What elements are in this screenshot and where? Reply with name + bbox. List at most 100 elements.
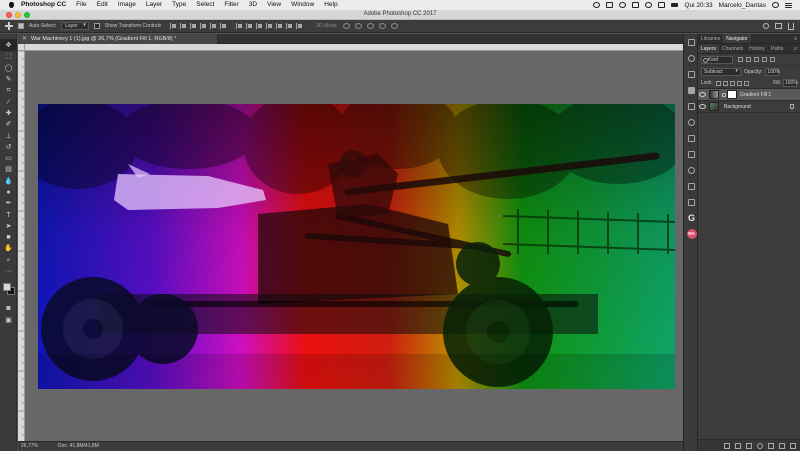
- tab-layers[interactable]: Layers: [698, 44, 720, 53]
- doc-size[interactable]: Doc: 41,8M/41,8M: [58, 442, 99, 451]
- volume-icon[interactable]: [658, 2, 666, 8]
- info-panel-button[interactable]: [684, 162, 699, 178]
- menu-type[interactable]: Type: [167, 0, 191, 10]
- hand-tool[interactable]: ✋: [0, 243, 17, 254]
- lock-transparent-icon[interactable]: [715, 80, 721, 86]
- screen-mode-tool[interactable]: ▣: [0, 315, 17, 326]
- share-icon[interactable]: [788, 22, 794, 30]
- lasso-tool[interactable]: ◯: [0, 63, 17, 74]
- distribute-left-icon[interactable]: [266, 23, 273, 29]
- quick-select-tool[interactable]: ✎: [0, 74, 17, 85]
- properties-panel-button[interactable]: [684, 66, 699, 82]
- dodge-tool[interactable]: ●: [0, 187, 17, 198]
- adjustments-panel-button[interactable]: [684, 82, 699, 98]
- marquee-tool[interactable]: ⬚: [0, 51, 17, 62]
- gradient-tool[interactable]: ▤: [0, 164, 17, 175]
- zoom-level[interactable]: 26,77%: [21, 442, 38, 451]
- ruler-corner[interactable]: [18, 44, 25, 51]
- tab-libraries[interactable]: Libraries: [698, 34, 723, 43]
- character-panel-button[interactable]: [684, 98, 699, 114]
- menu-help[interactable]: Help: [319, 0, 342, 10]
- menu-select[interactable]: Select: [191, 0, 219, 10]
- document-tab[interactable]: ✕ War Machinery 1 (1).jpg @ 26,7% (Gradi…: [18, 34, 218, 44]
- timemachine-icon[interactable]: [619, 2, 627, 8]
- chain-link-icon[interactable]: [722, 92, 726, 97]
- healing-tool[interactable]: ✚: [0, 108, 17, 119]
- menu-image[interactable]: Image: [113, 0, 141, 10]
- crop-tool[interactable]: ⌗: [0, 85, 17, 96]
- lock-artboard-icon[interactable]: [736, 80, 742, 86]
- close-tab-icon[interactable]: ✕: [22, 34, 27, 44]
- align-left-icon[interactable]: [200, 23, 207, 29]
- clone-source-panel-button[interactable]: [684, 130, 699, 146]
- history-panel-button[interactable]: [684, 50, 699, 66]
- menu-layer[interactable]: Layer: [141, 0, 167, 10]
- tab-channels[interactable]: Channels: [719, 44, 746, 53]
- menubar-user[interactable]: Marcelo_Dantas: [719, 2, 766, 9]
- paragraph-panel-button[interactable]: [684, 194, 699, 210]
- distribute-center-icon[interactable]: [276, 23, 283, 29]
- smart-object-filter-icon[interactable]: [770, 57, 775, 62]
- search-icon[interactable]: [763, 23, 769, 29]
- shape-tool[interactable]: ■: [0, 232, 17, 243]
- layer-name[interactable]: Background: [721, 104, 751, 110]
- pixel-filter-icon[interactable]: [738, 57, 743, 62]
- notification-center-icon[interactable]: [785, 2, 792, 8]
- zoom-tool[interactable]: ⌕: [0, 255, 17, 266]
- align-middle-icon[interactable]: [180, 23, 187, 29]
- blur-tool[interactable]: 💧: [0, 176, 17, 187]
- layer-name[interactable]: Gradient Fill 1: [737, 92, 771, 98]
- ra-plugin-button[interactable]: RA: [684, 226, 699, 242]
- new-group-icon[interactable]: [768, 442, 774, 449]
- gradient-thumbnail[interactable]: [709, 90, 719, 99]
- apple-icon[interactable]: [6, 0, 16, 10]
- layer-mask-thumbnail[interactable]: [727, 90, 737, 99]
- auto-align-icon[interactable]: [296, 23, 303, 29]
- lock-image-icon[interactable]: [722, 80, 728, 86]
- align-top-icon[interactable]: [170, 23, 177, 29]
- menu-file[interactable]: File: [71, 0, 91, 10]
- eraser-tool[interactable]: ▭: [0, 153, 17, 164]
- adjustment-filter-icon[interactable]: [746, 57, 751, 62]
- battery-icon[interactable]: [671, 3, 679, 7]
- grammarly-button[interactable]: G: [684, 210, 699, 226]
- auto-select-checkbox[interactable]: [18, 23, 24, 29]
- align-right-icon[interactable]: [220, 23, 227, 29]
- menu-filter[interactable]: Filter: [219, 0, 243, 10]
- distribute-top-icon[interactable]: [236, 23, 243, 29]
- lock-all-icon[interactable]: [743, 80, 749, 86]
- glyphs-panel-button[interactable]: [684, 178, 699, 194]
- blend-mode-dropdown[interactable]: Subtract: [701, 68, 741, 76]
- 3d-panel-button[interactable]: [684, 146, 699, 162]
- quick-mask-tool[interactable]: ◙: [0, 303, 17, 314]
- auto-select-dropdown[interactable]: Layer: [61, 22, 89, 30]
- visibility-eye-icon[interactable]: [698, 92, 707, 97]
- brush-tool[interactable]: ✐: [0, 119, 17, 130]
- workspace-icon[interactable]: [775, 23, 782, 29]
- visibility-eye-icon[interactable]: [698, 104, 707, 109]
- tab-history[interactable]: History: [746, 44, 768, 53]
- 3d-slide-icon[interactable]: [378, 23, 386, 29]
- layers-panel-menu-icon[interactable]: ≡: [794, 44, 800, 53]
- horizontal-ruler[interactable]: [25, 44, 683, 51]
- trash-icon[interactable]: [790, 442, 796, 449]
- foreground-color-swatch[interactable]: [3, 283, 11, 292]
- align-bottom-icon[interactable]: [190, 23, 197, 29]
- menu-view[interactable]: View: [262, 0, 286, 10]
- distribute-right-icon[interactable]: [286, 23, 293, 29]
- menu-3d[interactable]: 3D: [244, 0, 262, 10]
- menu-app-name[interactable]: Photoshop CC: [16, 0, 71, 10]
- lock-position-icon[interactable]: [729, 80, 735, 86]
- stamp-tool[interactable]: ⊥: [0, 130, 17, 141]
- fill-input[interactable]: 100%: [783, 79, 798, 87]
- creative-cloud-icon[interactable]: [593, 2, 601, 8]
- tab-navigator[interactable]: Navigator: [723, 34, 751, 43]
- type-tool[interactable]: T: [0, 209, 17, 220]
- more-tools[interactable]: ···: [0, 266, 17, 277]
- wifi-icon[interactable]: [645, 2, 653, 8]
- brush-panel-button[interactable]: [684, 114, 699, 130]
- new-layer-icon[interactable]: [779, 442, 785, 449]
- distribute-middle-icon[interactable]: [246, 23, 253, 29]
- 3d-pan-icon[interactable]: [366, 23, 374, 29]
- spotlight-icon[interactable]: [772, 2, 779, 8]
